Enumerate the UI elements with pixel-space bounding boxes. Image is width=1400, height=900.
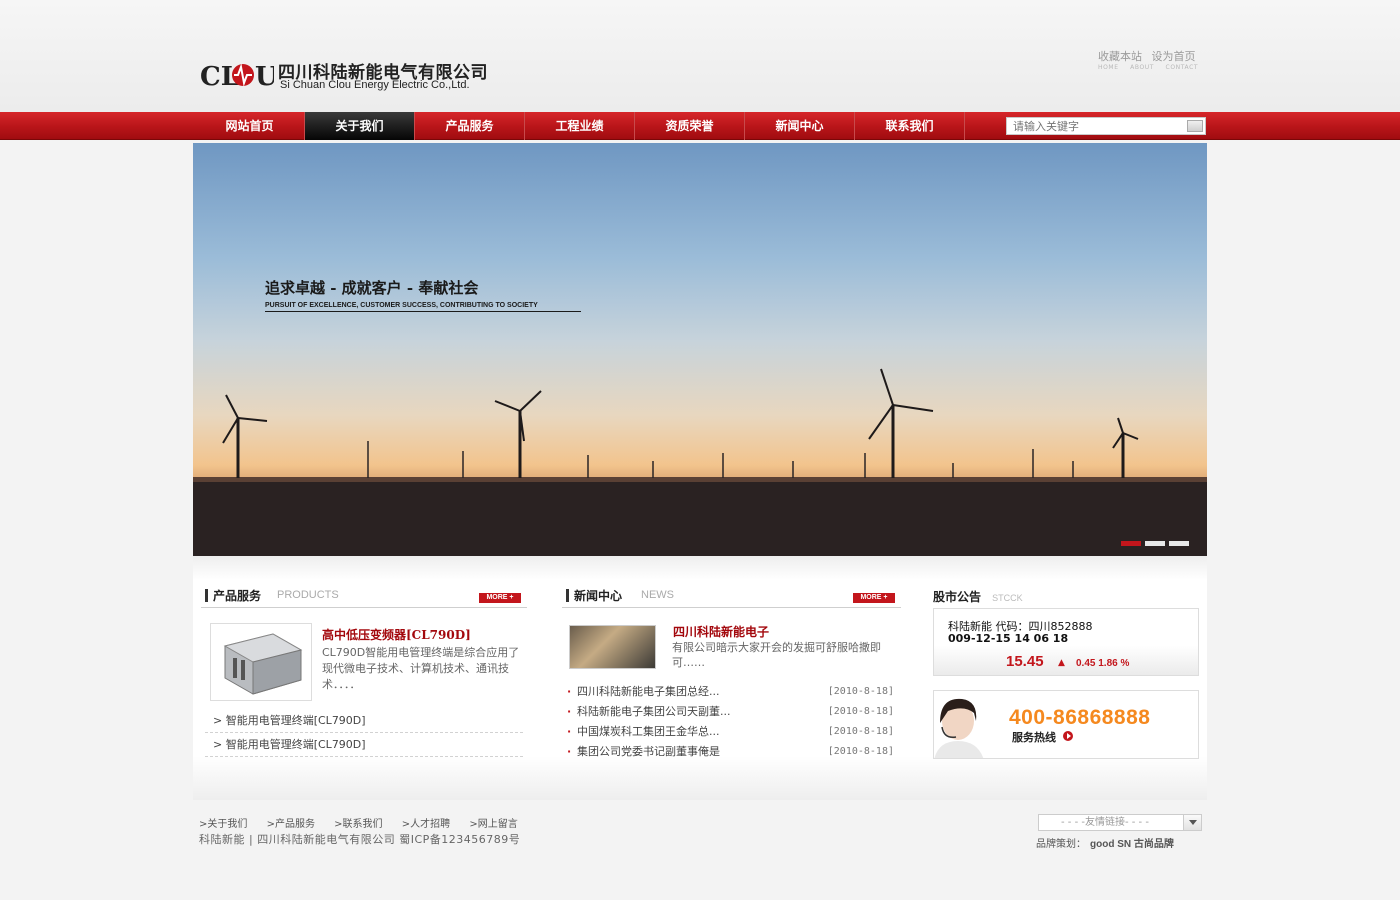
company-logo[interactable]: CL U 四川科陆新能电气有限公司 Si Chuan Clou Energy E… <box>200 58 500 98</box>
stock-timestamp: 009-12-15 14 06 18 <box>948 632 1069 645</box>
friend-links-select[interactable]: - - - -友情链接- - - - <box>1038 814 1202 831</box>
home-link-en[interactable]: HOME <box>1098 64 1119 71</box>
nav-item-projects[interactable]: 工程业绩 <box>525 112 635 140</box>
company-name-en: Si Chuan Clou Energy Electric Co.,Ltd. <box>280 79 470 91</box>
featured-product-desc: CL790D智能用电管理终端是综合应用了现代微电子技术、计算机技术、通讯技术．．… <box>322 646 520 691</box>
news-item-date: [2010-8-18] <box>827 686 894 697</box>
footer-links: >关于我们 >产品服务 >联系我们 >人才招聘 >网上留言 <box>199 815 534 830</box>
news-item-date: [2010-8-18] <box>827 746 894 757</box>
news-item-title: 中国煤炭科工集团王金华总... <box>577 725 720 738</box>
news-list: 四川科陆新能电子集团总经... [2010-8-18] 科陆新能电子集团公司天副董… <box>567 682 899 762</box>
news-item[interactable]: 四川科陆新能电子集团总经... [2010-8-18] <box>567 682 899 702</box>
svg-text:U: U <box>255 62 274 92</box>
slide-dot-3[interactable] <box>1169 541 1189 546</box>
arrow-right-icon[interactable] <box>1063 731 1073 741</box>
inverter-device-image <box>223 633 303 695</box>
slide-dot-1[interactable] <box>1121 541 1141 546</box>
news-more-button[interactable]: MORE + <box>853 593 895 603</box>
footer-link-contact[interactable]: >联系我们 <box>334 819 382 830</box>
search-box <box>1006 117 1206 135</box>
news-image[interactable] <box>569 625 656 669</box>
main-nav: 网站首页 关于我们 产品服务 工程业绩 资质荣誉 新闻中心 联系我们 <box>0 112 1400 140</box>
content-area: 产品服务 PRODUCTS MORE + 高中低压变频器[CL790D] CL7… <box>193 556 1207 800</box>
product-list-item[interactable]: > 智能用电管理终端[CL790D] <box>205 709 523 733</box>
wind-farm-image <box>193 368 1207 556</box>
nav-item-honors[interactable]: 资质荣誉 <box>635 112 745 140</box>
products-subtitle: PRODUCTS <box>277 589 339 601</box>
products-more-button[interactable]: MORE + <box>479 593 521 603</box>
section-bar <box>205 589 208 602</box>
contact-link-en[interactable]: CONTACT <box>1166 64 1199 71</box>
news-item[interactable]: 科陆新能电子集团公司天副董... [2010-8-18] <box>567 702 899 722</box>
brand-logo[interactable]: good SN 古尚品牌 <box>1090 835 1174 850</box>
nav-item-contact[interactable]: 联系我们 <box>855 112 965 140</box>
footer-link-message[interactable]: >网上留言 <box>469 819 517 830</box>
nav-item-products[interactable]: 产品服务 <box>415 112 525 140</box>
slogan-cn: 追求卓越 - 成就客户 - 奉献社会 <box>265 279 479 297</box>
search-input[interactable] <box>1007 118 1185 134</box>
brand-credit: 品牌策划： good SN 古尚品牌 <box>1036 835 1174 850</box>
news-item-date: [2010-8-18] <box>827 726 894 737</box>
footer-link-products[interactable]: >产品服务 <box>267 819 315 830</box>
nav-item-news[interactable]: 新闻中心 <box>745 112 855 140</box>
stock-panel: 科陆新能 代码：四川852888 009-12-15 14 06 18 15.4… <box>933 608 1199 676</box>
products-header: 产品服务 PRODUCTS MORE + <box>201 586 527 608</box>
section-bar <box>566 589 569 602</box>
footer-link-jobs[interactable]: >人才招聘 <box>402 819 450 830</box>
news-subtitle: NEWS <box>641 589 674 601</box>
slide-indicators <box>1121 541 1189 546</box>
service-hotline-banner[interactable]: 400-86868888 服务热线 <box>933 690 1199 759</box>
customer-service-avatar <box>934 698 984 758</box>
nav-item-home[interactable]: 网站首页 <box>195 112 305 140</box>
nav-item-about[interactable]: 关于我们 <box>305 112 415 140</box>
news-item-title: 集团公司党委书记副董事俺是 <box>577 745 720 758</box>
product-image[interactable] <box>210 623 312 701</box>
news-item[interactable]: 中国煤炭科工集团王金华总... [2010-8-18] <box>567 722 899 742</box>
news-title: 新闻中心 <box>574 589 623 603</box>
news-item-title: 科陆新能电子集团公司天副董... <box>577 705 731 718</box>
hero-banner: 追求卓越 - 成就客户 - 奉献社会 PURSUIT OF EXCELLENCE… <box>193 143 1207 556</box>
top-links: 收藏本站 设为首页 HOME ABOUT CONTACT <box>1098 48 1208 71</box>
product-list: > 智能用电管理终端[CL790D] > 智能用电管理终端[CL790D] <box>205 709 523 757</box>
footer-copyright: 科陆新能 | 四川科陆新能电气有限公司 蜀ICP备123456789号 <box>199 833 521 846</box>
news-item-title: 四川科陆新能电子集团总经... <box>577 685 720 698</box>
stock-up-arrow-icon: ▲ <box>1058 658 1065 668</box>
news-header: 新闻中心 NEWS MORE + <box>562 586 901 608</box>
stock-title: 股市公告 <box>933 590 982 604</box>
friend-links-label: - - - -友情链接- - - - <box>1061 817 1149 828</box>
about-link-en[interactable]: ABOUT <box>1130 64 1154 71</box>
products-title: 产品服务 <box>213 589 262 603</box>
product-list-item[interactable]: > 智能用电管理终端[CL790D] <box>205 733 523 757</box>
news-item[interactable]: 集团公司党委书记副董事俺是 [2010-8-18] <box>567 742 899 762</box>
news-item-date: [2010-8-18] <box>827 706 894 717</box>
set-homepage-link[interactable]: 设为首页 <box>1152 50 1196 63</box>
featured-news-desc: 有限公司暗示大家开会的发掘可舒服哈撒即可…… <box>672 641 881 669</box>
hotline-label: 服务热线 <box>1012 731 1056 744</box>
bookmark-link[interactable]: 收藏本站 <box>1098 50 1142 63</box>
chevron-down-icon[interactable] <box>1183 815 1201 830</box>
slide-dot-2[interactable] <box>1145 541 1165 546</box>
hotline-number: 400-86868888 <box>1009 706 1151 729</box>
footer-link-about[interactable]: >关于我们 <box>199 819 247 830</box>
stock-price: 15.45 <box>1006 653 1044 670</box>
search-icon[interactable] <box>1187 120 1203 132</box>
slogan-en: PURSUIT OF EXCELLENCE, CUSTOMER SUCCESS,… <box>265 302 581 312</box>
clou-logo-icon: CL U <box>200 62 274 92</box>
brand-label: 品牌策划： <box>1036 839 1086 850</box>
stock-subtitle: STCCK <box>992 593 1023 603</box>
banner-slogan: 追求卓越 - 成就客户 - 奉献社会 PURSUIT OF EXCELLENCE… <box>265 277 581 312</box>
featured-product-title[interactable]: 高中低压变频器[CL790D] <box>322 626 471 643</box>
stock-change: 0.45 1.86 % <box>1076 658 1130 669</box>
featured-news-title[interactable]: 四川科陆新能电子 <box>673 623 769 640</box>
stock-header: 股市公告 STCCK <box>933 586 1023 605</box>
